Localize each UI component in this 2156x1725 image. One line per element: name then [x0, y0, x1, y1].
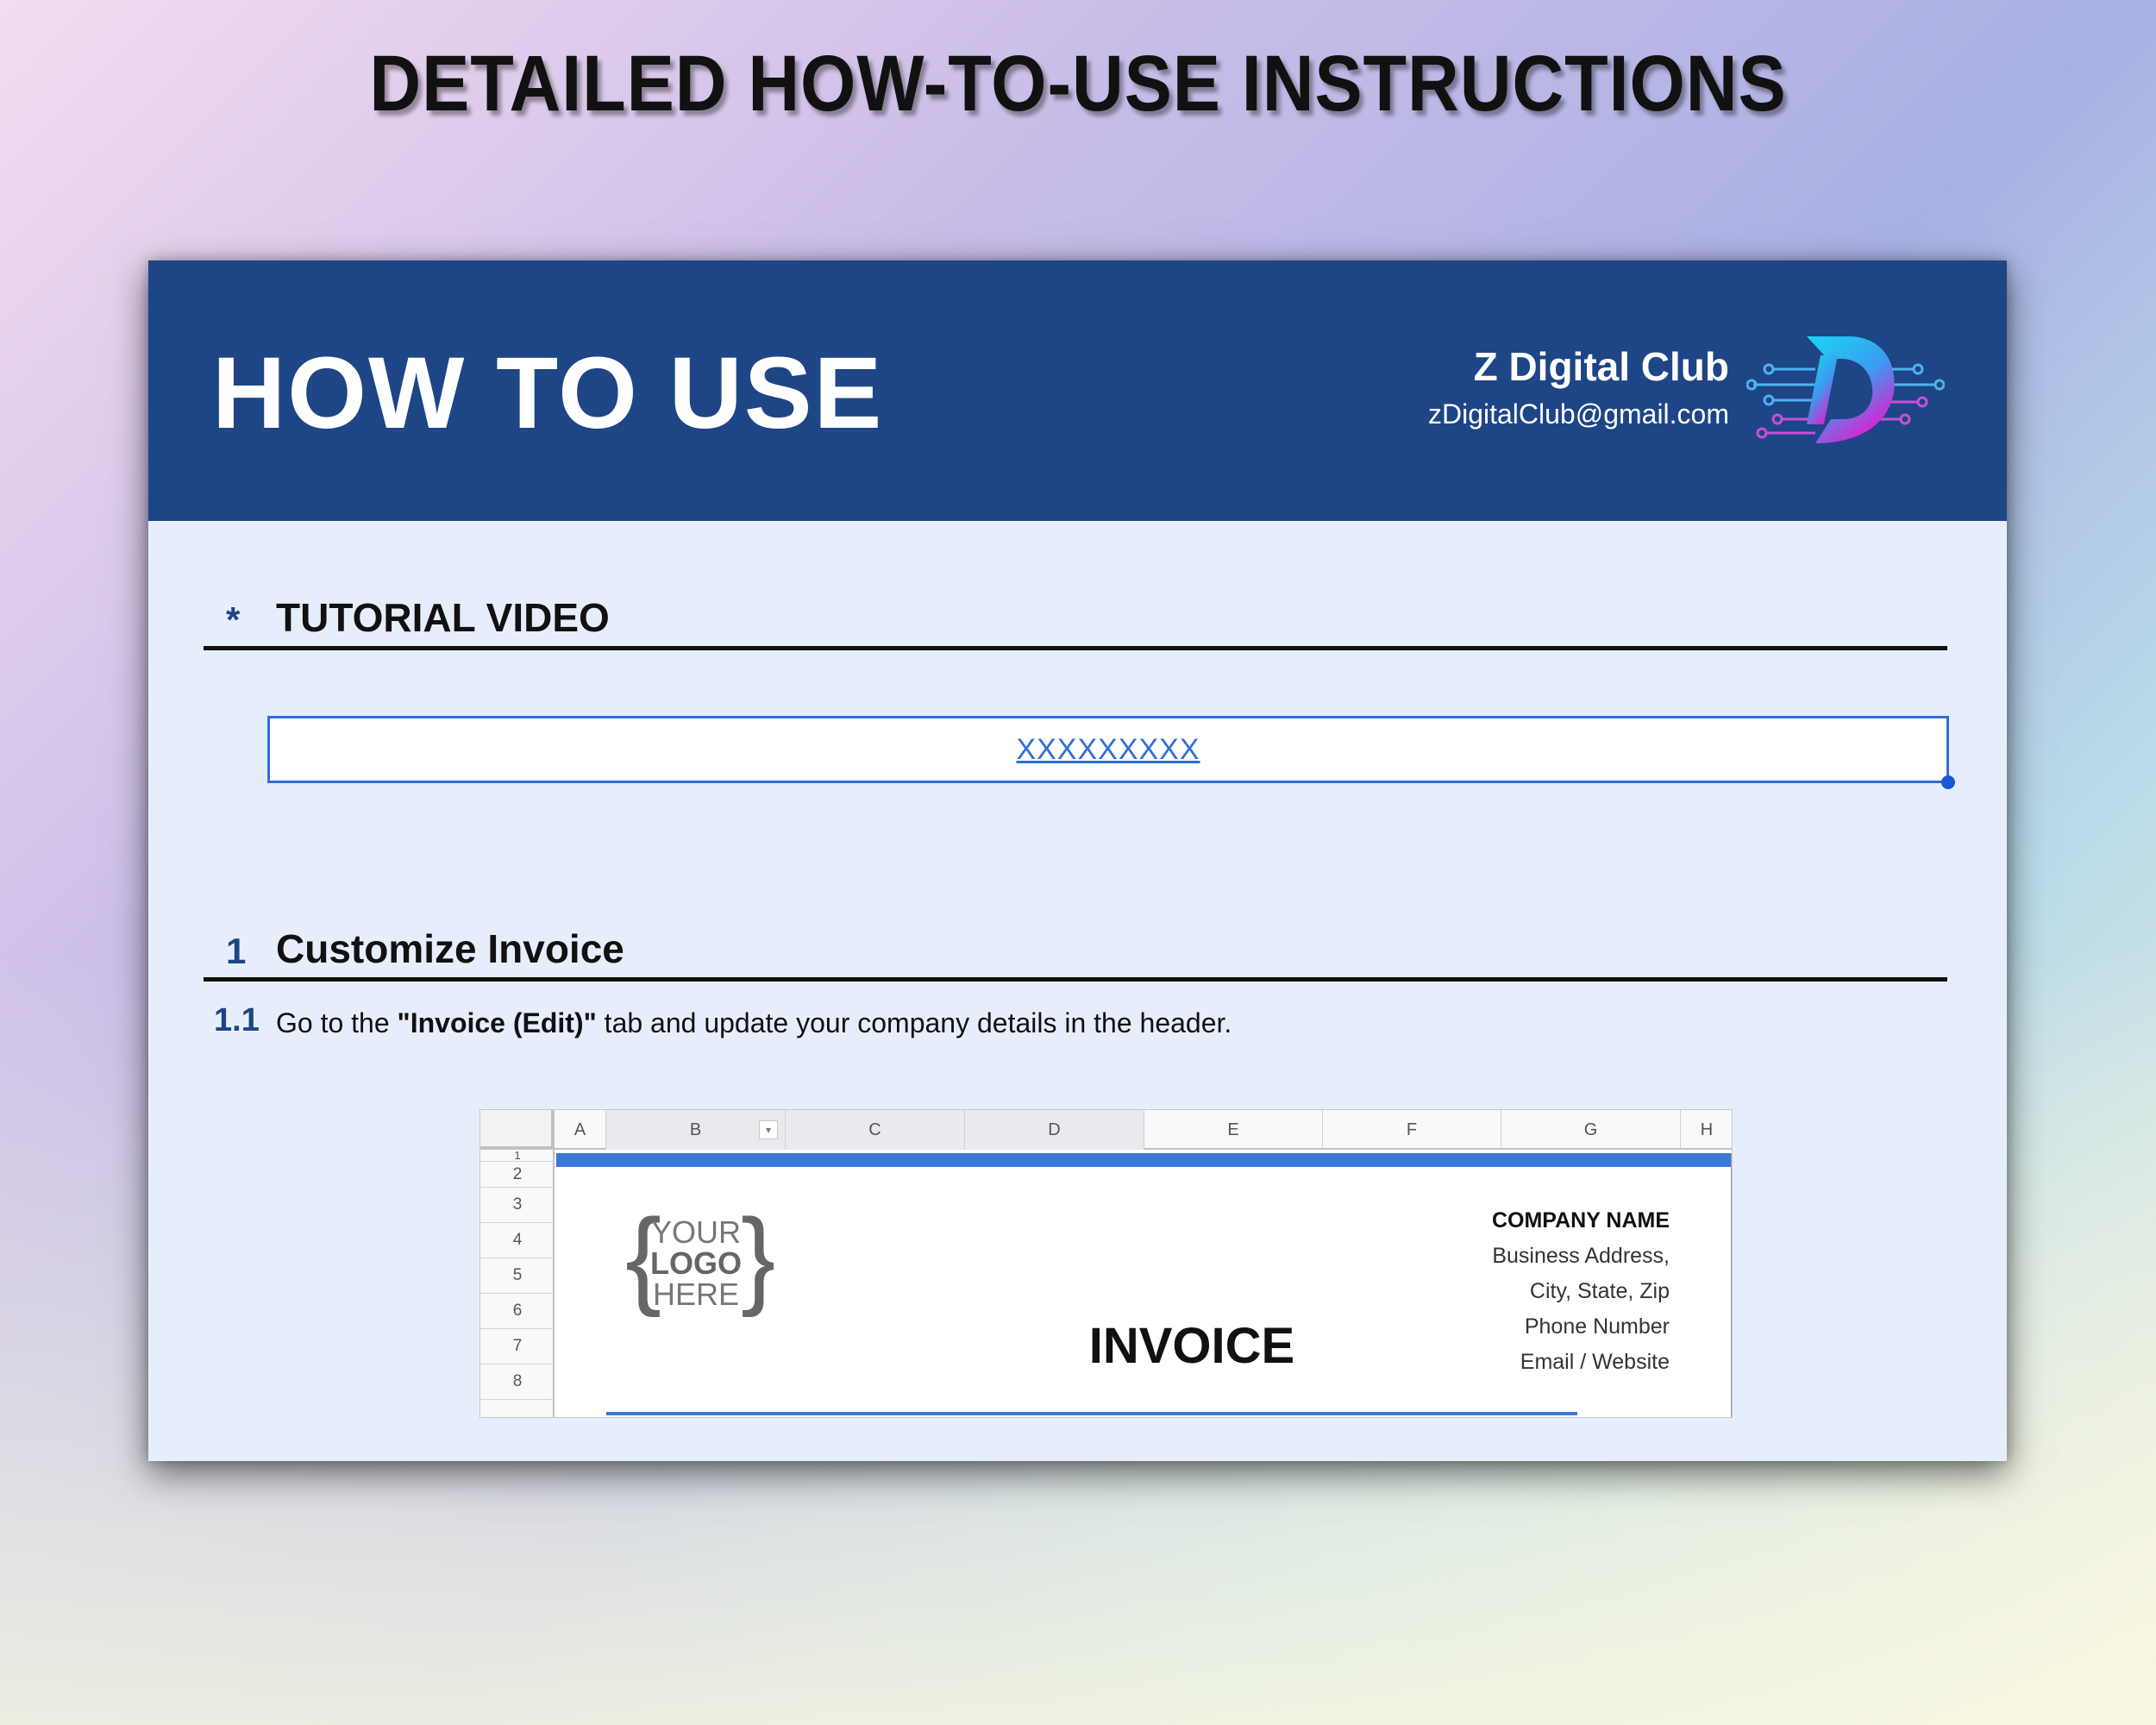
filter-dropdown-icon: ▾ — [759, 1120, 778, 1139]
cell-selection-handle[interactable] — [1941, 775, 1955, 789]
svg-text:}: } — [741, 1205, 774, 1317]
row-header-4: 4 — [480, 1223, 555, 1258]
header-underline-rule — [606, 1412, 1577, 1415]
brand-name: Z Digital Club — [1473, 344, 1729, 389]
invoice-spreadsheet-preview: A B ▾ C D E F G H 1 2 3 4 5 6 7 8 { } YO… — [479, 1109, 1733, 1418]
email-website: Email / Website — [1520, 1350, 1670, 1374]
step-text: Go to the "Invoice (Edit)" tab and updat… — [276, 1007, 1232, 1039]
column-header-e: E — [1144, 1110, 1323, 1150]
row-header-6: 6 — [480, 1294, 555, 1329]
tutorial-link-cell[interactable]: XXXXXXXXX — [267, 716, 1955, 789]
column-header-b: B ▾ — [606, 1110, 786, 1150]
select-all-corner — [480, 1110, 555, 1150]
logo-placeholder-line-3: HERE — [653, 1276, 739, 1312]
step-text-before: Go to the — [276, 1007, 398, 1038]
column-header-h: H — [1681, 1110, 1732, 1150]
section-1-heading: Customize Invoice — [276, 926, 624, 971]
row-header-2: 2 — [480, 1162, 555, 1188]
tutorial-section-header: * TUTORIAL VIDEO — [204, 588, 1947, 650]
circuit-d-logo-icon — [1746, 336, 1945, 443]
banner-title: HOW TO USE — [212, 336, 884, 450]
tutorial-video-link[interactable]: XXXXXXXXX — [1016, 733, 1200, 767]
column-header-b-label: B — [689, 1120, 702, 1139]
logo-placeholder-line-2: LOGO — [650, 1245, 742, 1281]
instruction-sheet: HOW TO USE Z Digital Club zDigitalClub@g… — [148, 260, 2007, 1461]
column-header-d: D — [965, 1110, 1144, 1150]
step-text-bold: "Invoice (Edit)" — [397, 1007, 597, 1038]
column-header-c: C — [786, 1110, 965, 1150]
invoice-title: INVOICE — [1088, 1318, 1295, 1374]
business-address: Business Address, — [1492, 1244, 1670, 1268]
tutorial-marker: * — [226, 599, 241, 640]
row-header-7: 7 — [480, 1329, 555, 1364]
header-banner: HOW TO USE Z Digital Club zDigitalClub@g… — [148, 260, 2007, 521]
logo-placeholder-line-1: YOUR — [651, 1214, 741, 1250]
row-header-8: 8 — [480, 1364, 555, 1400]
column-header-f: F — [1323, 1110, 1501, 1150]
step-text-after: tab and update your company details in t… — [596, 1007, 1232, 1038]
company-name: COMPANY NAME — [1491, 1208, 1670, 1233]
page-title: DETAILED HOW-TO-USE INSTRUCTIONS — [369, 40, 1787, 128]
row-header-5: 5 — [480, 1258, 555, 1294]
section-1-number: 1 — [226, 931, 247, 971]
phone-number: Phone Number — [1524, 1314, 1670, 1339]
step-number: 1.1 — [214, 1002, 260, 1038]
column-header-g: G — [1501, 1110, 1681, 1150]
column-header-row: A B ▾ C D E F G H — [480, 1110, 1732, 1150]
sheet-right-border — [1731, 1153, 1732, 1417]
tutorial-heading: TUTORIAL VIDEO — [276, 595, 610, 640]
city-state-zip: City, State, Zip — [1529, 1279, 1670, 1303]
header-accent-band — [556, 1153, 1731, 1167]
column-header-a: A — [555, 1110, 606, 1150]
logo-placeholder: { } YOUR LOGO HERE — [625, 1205, 774, 1317]
section-1-header: 1 Customize Invoice — [204, 919, 1947, 982]
row-header-column: 1 2 3 4 5 6 7 8 — [480, 1149, 555, 1417]
brand-email: zDigitalClub@gmail.com — [1427, 398, 1729, 430]
row-header-1: 1 — [480, 1149, 555, 1162]
row-header-3: 3 — [480, 1188, 555, 1223]
